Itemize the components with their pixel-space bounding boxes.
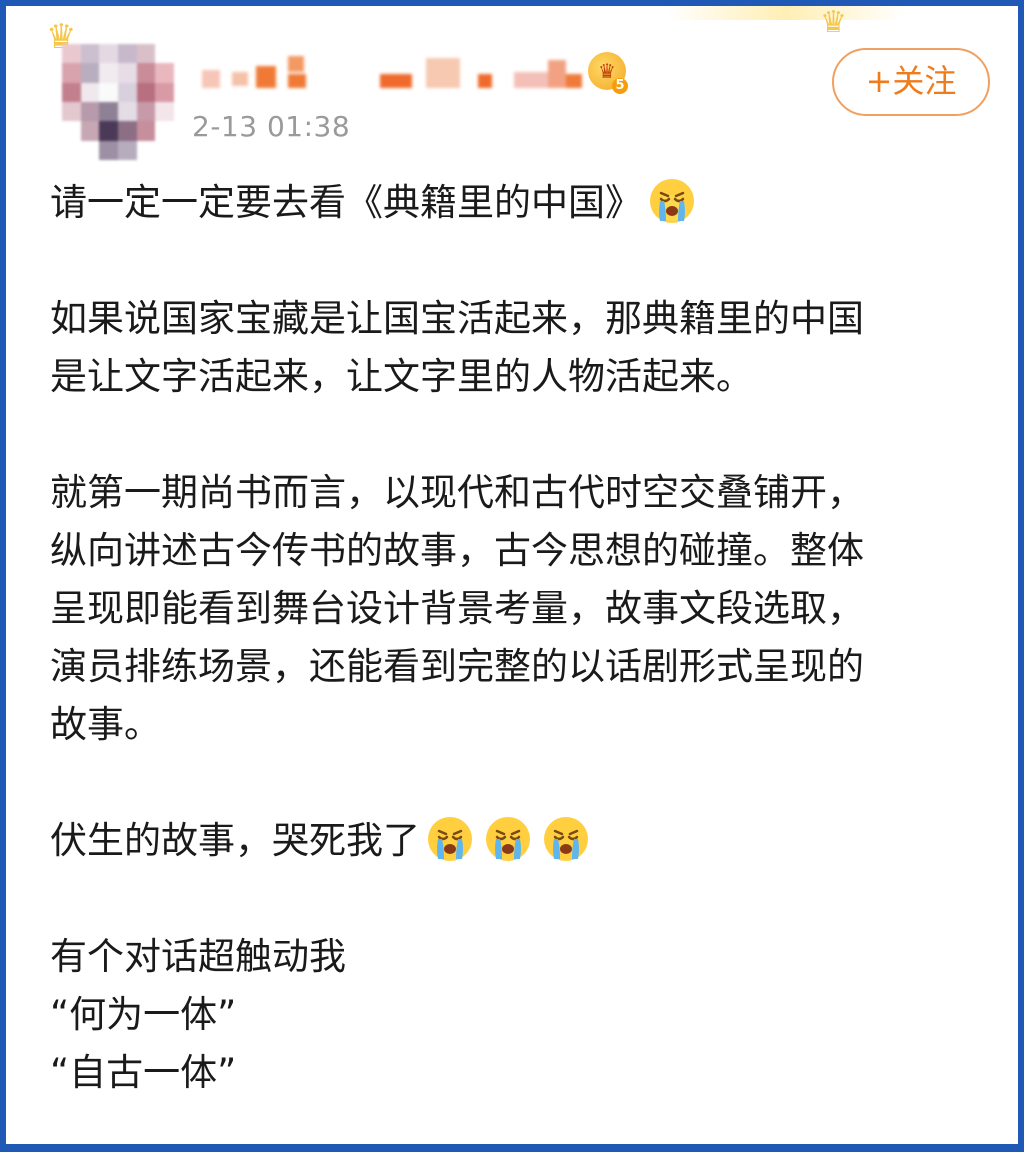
- crown-icon: ♛: [820, 5, 847, 40]
- post-paragraph: 伏生的故事，哭死我了: [50, 812, 980, 870]
- post-line: 故事。: [50, 703, 161, 746]
- post-line: “自古一体”: [50, 1051, 237, 1094]
- username-obscured[interactable]: [202, 56, 592, 92]
- post-line: 有个对话超触动我: [50, 935, 346, 978]
- post-line: 请一定一定要去看《典籍里的中国》: [50, 174, 980, 232]
- crying-face-icon: [650, 179, 694, 223]
- header-decoration: [666, 6, 906, 20]
- crying-face-icon: [486, 817, 530, 861]
- post-line: 演员排练场景，还能看到完整的以话剧形式呈现的: [50, 645, 864, 688]
- post-line: “何为一体”: [50, 993, 237, 1036]
- post-paragraph: 就第一期尚书而言，以现代和古代时空交叠铺开， 纵向讲述古今传书的故事，古今思想的…: [50, 464, 980, 754]
- post-line: 就第一期尚书而言，以现代和古代时空交叠铺开，: [50, 471, 864, 514]
- post-paragraph: 请一定一定要去看《典籍里的中国》: [50, 174, 980, 232]
- vip-crown-badge-icon[interactable]: ♛ 5: [588, 52, 628, 94]
- post-line: 如果说国家宝藏是让国宝活起来，那典籍里的中国: [50, 297, 864, 340]
- avatar[interactable]: [62, 44, 174, 160]
- post-paragraph: 有个对话超触动我 “何为一体” “自古一体”: [50, 928, 980, 1102]
- post-line: 呈现即能看到舞台设计背景考量，故事文段选取，: [50, 587, 864, 630]
- vip-level: 5: [612, 78, 628, 94]
- post-line: 纵向讲述古今传书的故事，古今思想的碰撞。整体: [50, 529, 864, 572]
- post-line: 伏生的故事，哭死我了: [50, 812, 980, 870]
- post-line: 是让文字活起来，让文字里的人物活起来。: [50, 355, 753, 398]
- post-paragraph: 如果说国家宝藏是让国宝活起来，那典籍里的中国 是让文字活起来，让文字里的人物活起…: [50, 290, 980, 406]
- post-text: 请一定一定要去看《典籍里的中国》: [50, 181, 642, 224]
- crying-face-icon: [544, 817, 588, 861]
- post-card: ♛ ♛ ♛ 5 2-13 01:38 +关注 请一定一定要去看《典籍里的中国》 如…: [0, 0, 1024, 1152]
- post-timestamp: 2-13 01:38: [192, 110, 351, 143]
- post-body: 请一定一定要去看《典籍里的中国》 如果说国家宝藏是让国宝活起来，那典籍里的中国 …: [50, 174, 980, 1102]
- post-text: 伏生的故事，哭死我了: [50, 819, 420, 862]
- crying-face-icon: [428, 817, 472, 861]
- follow-button[interactable]: +关注: [832, 48, 990, 116]
